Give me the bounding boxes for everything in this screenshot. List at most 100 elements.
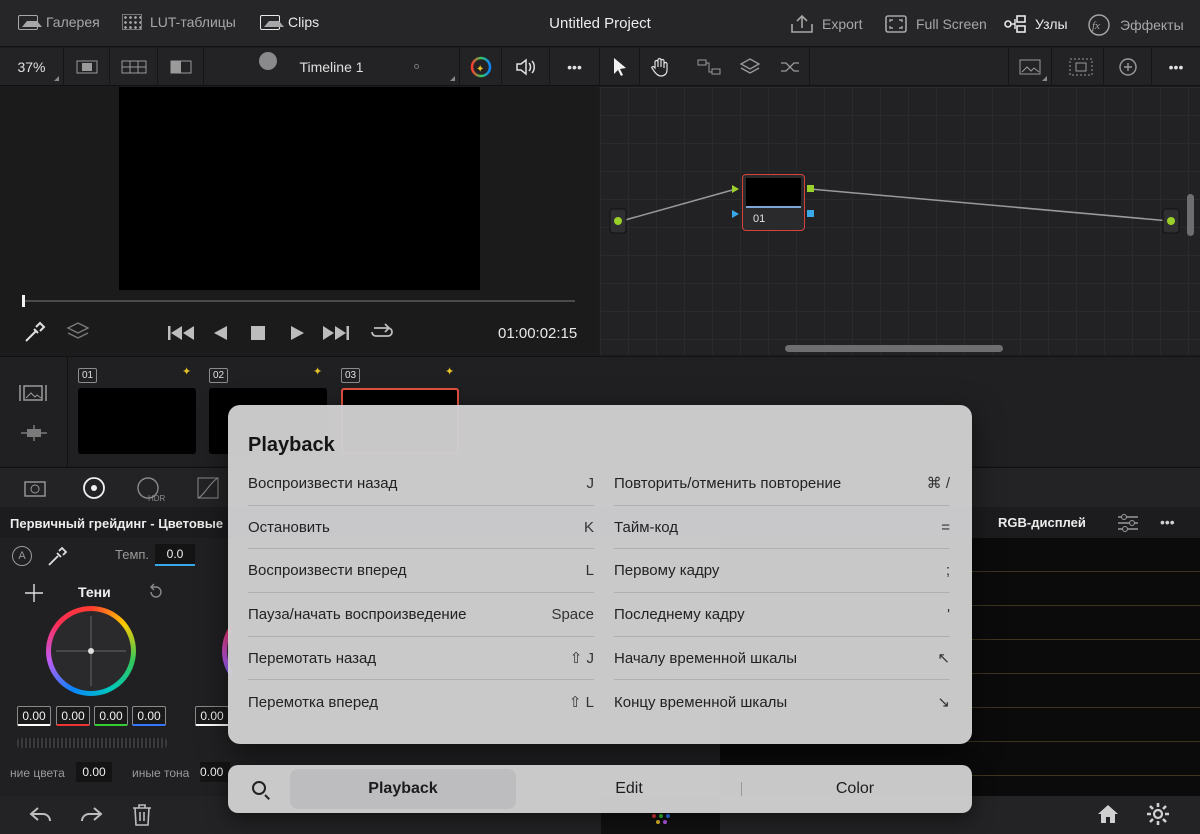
clips-tab[interactable]: Clips (260, 14, 319, 30)
shortcut-row: Первому кадру; (614, 549, 950, 594)
clip-thumbnail (78, 388, 196, 454)
corrector-node[interactable]: 01 (742, 174, 805, 231)
layers-icon[interactable] (66, 321, 90, 343)
shortcut-label: Концу временной шкалы (614, 693, 788, 711)
viewer-timecode: 01:00:02:15 (498, 325, 578, 342)
rgb-display-title[interactable]: RGB-дисплей (998, 515, 1086, 530)
play-reverse-icon[interactable] (211, 324, 229, 342)
more-icon: ••• (1168, 59, 1184, 75)
audio-button[interactable] (502, 48, 550, 86)
play-icon[interactable] (288, 324, 306, 342)
tab-color[interactable]: Color (742, 769, 968, 809)
node-horizontal-scrollbar[interactable] (785, 345, 1003, 352)
serial-node-tool[interactable] (690, 48, 730, 86)
shortcut-key: ; (945, 562, 950, 580)
clip-01[interactable]: 01 ✦ (78, 365, 196, 454)
parallel-node-tool[interactable] (770, 48, 810, 86)
effects-label: Эффекты (1120, 17, 1184, 33)
popup-title: Playback (248, 434, 335, 456)
skip-end-icon[interactable] (321, 324, 351, 342)
zoom-select[interactable]: 37% (0, 48, 64, 86)
add-node-button[interactable] (1104, 48, 1152, 86)
color-wheels-icon[interactable] (82, 476, 106, 500)
node-graph[interactable]: 01 (600, 87, 1200, 355)
skip-start-icon[interactable] (166, 324, 196, 342)
shortcut-key: ' (947, 605, 950, 623)
node-grid-button[interactable] (1058, 48, 1104, 86)
image-icon (1019, 59, 1041, 75)
fullscreen-label: Full Screen (916, 16, 987, 32)
shortcut-row: Остановить K (248, 506, 594, 550)
shortcut-key: L (585, 562, 594, 580)
viewer-more-button[interactable]: ••• (550, 48, 600, 86)
shadows-red-value[interactable]: 0.00 (56, 706, 90, 726)
fullscreen-button[interactable]: Full Screen (884, 14, 987, 34)
single-view-button[interactable] (64, 48, 110, 86)
stop-icon[interactable] (249, 324, 267, 342)
undo-icon[interactable] (28, 804, 54, 826)
fx-icon: fx (1088, 14, 1110, 36)
color-magic-button[interactable]: ✦ (460, 48, 502, 86)
add-node-icon (1118, 58, 1137, 76)
shadows-green-value[interactable]: 0.00 (94, 706, 128, 726)
temp-input[interactable]: 0.0 (155, 544, 195, 566)
hdr-wheels-icon[interactable]: HDR (136, 476, 166, 502)
keyboard-shortcuts-popup: Playback Воспроизвести назад J Остановить… (228, 405, 972, 744)
timeline-select[interactable]: Timeline 1 (204, 48, 460, 86)
eyedropper-icon[interactable] (22, 321, 46, 345)
wheel-crosshair (56, 616, 126, 686)
clips-view-icon[interactable] (18, 383, 48, 403)
loop-icon[interactable] (368, 320, 396, 344)
node-vertical-scrollbar[interactable] (1187, 194, 1194, 236)
node-thumbnail-button[interactable] (1008, 48, 1052, 86)
luts-tab[interactable]: LUT-таблицы (122, 14, 236, 30)
sparkle-icon: ✦ (445, 366, 455, 378)
effects-tab[interactable]: fx Эффекты (1088, 14, 1184, 36)
color-page-icon (652, 814, 670, 824)
scope-more-button[interactable]: ••• (1160, 514, 1175, 530)
shadows-blue-value[interactable]: 0.00 (132, 706, 166, 726)
home-icon[interactable] (1096, 802, 1120, 826)
tab-edit[interactable]: Edit (516, 769, 742, 809)
clip-number: 02 (209, 368, 229, 383)
playhead[interactable] (22, 295, 25, 307)
layer-node-tool[interactable] (730, 48, 770, 86)
shortcut-label: Последнему кадру (614, 605, 745, 623)
gallery-tab[interactable]: Галерея (18, 14, 100, 30)
sparkle-icon: ✦ (182, 366, 192, 378)
export-icon (791, 14, 813, 33)
midtones-master-value[interactable]: 0.00 (195, 706, 229, 726)
scrub-bar[interactable] (22, 300, 575, 302)
scope-settings-icon[interactable] (1116, 512, 1140, 534)
export-button[interactable]: Export (790, 14, 862, 34)
settings-gear-icon[interactable] (1146, 802, 1170, 826)
curves-icon[interactable] (196, 476, 220, 500)
search-icon[interactable] (252, 781, 266, 795)
dot-indicator (414, 64, 419, 69)
hand-tool[interactable] (640, 48, 680, 86)
svg-text:✦: ✦ (476, 64, 484, 75)
split-view-button[interactable] (158, 48, 204, 86)
timeline-view-icon[interactable] (19, 423, 49, 443)
camera-raw-icon[interactable] (22, 476, 52, 500)
shortcut-label: Воспроизвести вперед (248, 562, 407, 580)
grid-view-button[interactable] (110, 48, 158, 86)
nodes-tab[interactable]: Узлы (1003, 14, 1068, 34)
temp-label: Темп. (115, 547, 150, 562)
redo-icon[interactable] (78, 804, 104, 826)
single-view-icon (76, 60, 97, 74)
crosshair-icon[interactable] (24, 583, 44, 603)
shadows-jog-wheel[interactable] (17, 738, 167, 748)
shadows-master-value[interactable]: 0.00 (17, 706, 51, 726)
tab-playback[interactable]: Playback (290, 769, 516, 809)
trash-icon[interactable] (131, 803, 153, 827)
white-balance-picker-icon[interactable] (46, 546, 68, 568)
reset-icon[interactable] (147, 583, 165, 601)
auto-balance-icon[interactable]: A (12, 546, 32, 566)
color-boost-input[interactable]: 0.00 (76, 762, 112, 782)
node-label: 01 (753, 213, 766, 225)
pointer-tool[interactable] (600, 48, 640, 86)
sparkle-icon: ✦ (313, 366, 323, 378)
tone-input[interactable]: 0.00 (200, 762, 230, 782)
nodes-more-button[interactable]: ••• (1152, 48, 1200, 86)
